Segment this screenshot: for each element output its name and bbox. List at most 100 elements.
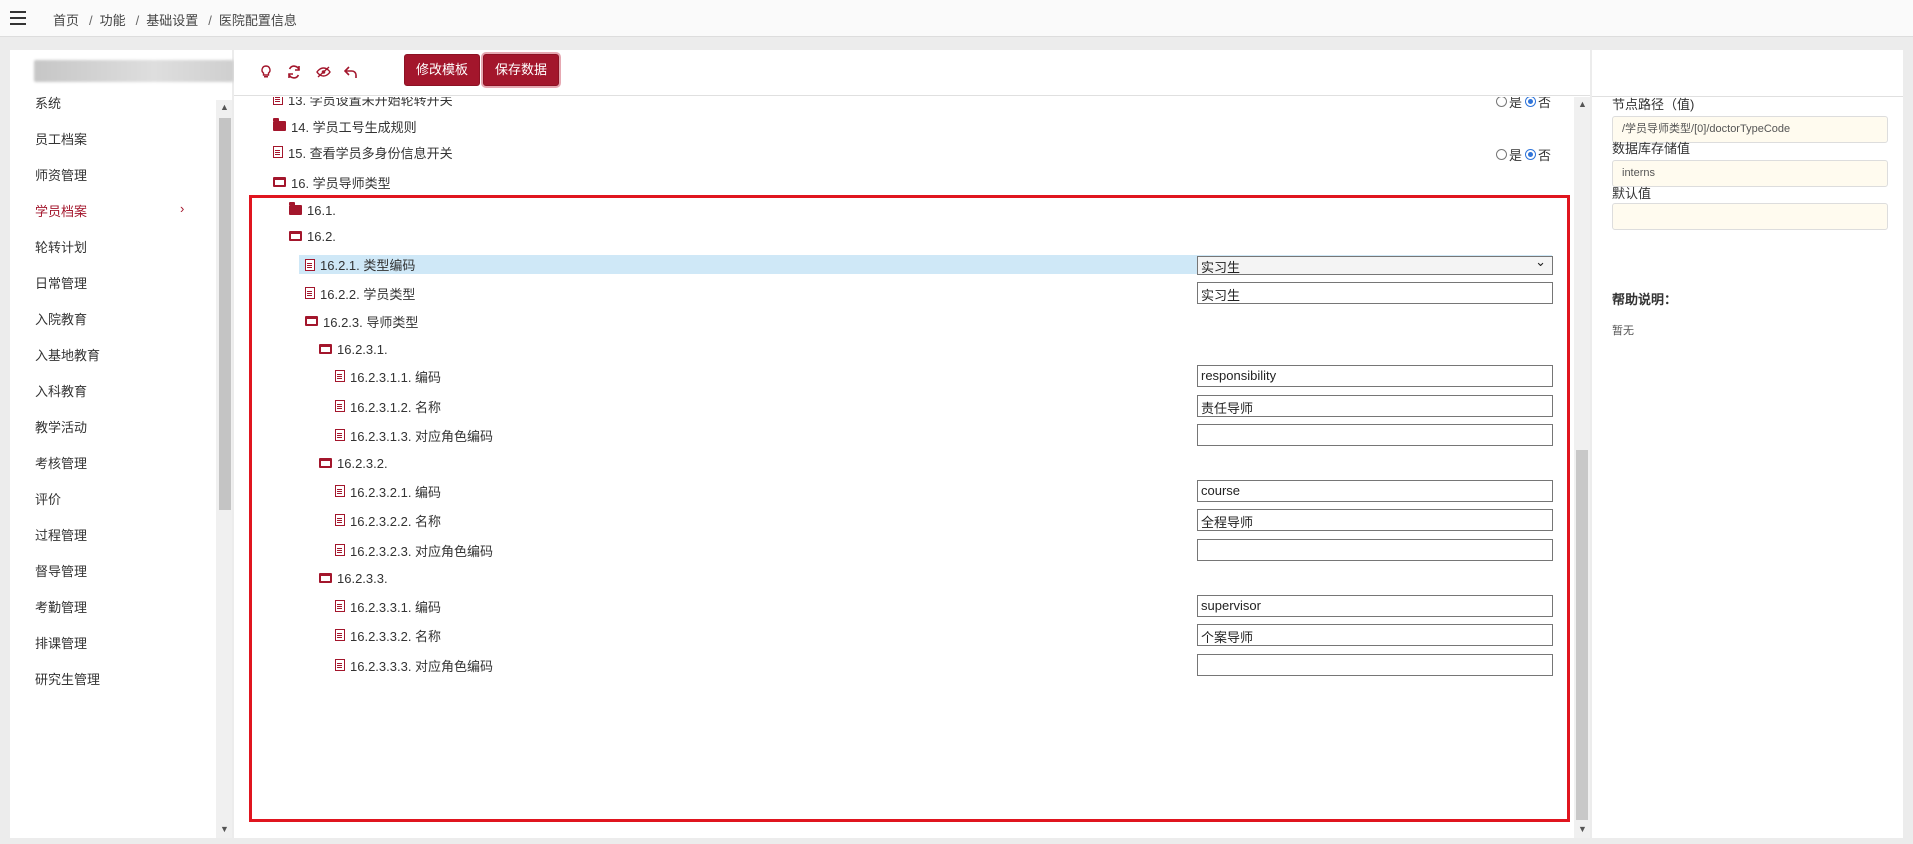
sidebar-item[interactable]: 入科教育 [35,381,87,400]
tree-node[interactable]: 16.2.3.2.1. 编码 [329,479,441,503]
config-value-input[interactable]: 责任导师 [1197,395,1553,417]
lightbulb-icon[interactable] [255,61,277,83]
config-value-input[interactable]: course [1197,480,1553,502]
config-value-input[interactable]: 个案导师 [1197,624,1553,646]
tree-node[interactable]: 16.2.3.3.1. 编码 [329,594,441,618]
tree-node[interactable]: 14. 学员工号生成规则 [267,114,417,138]
type-code-select[interactable]: 实习生 ⌄ [1197,254,1553,275]
config-tree: 13. 学员设置未开始轮转开关是否 14. 学员工号生成规则 15. 查看学员多身份… [234,97,1574,838]
scroll-down-icon[interactable]: ▼ [1578,824,1587,834]
config-value-input[interactable]: 全程导师 [1197,509,1553,531]
tree-node[interactable]: 16.2.3.3.2. 名称 [329,623,441,647]
tree-node[interactable]: 16. 学员导师类型 [267,170,391,194]
save-data-button[interactable]: 保存数据 [483,54,560,86]
sidebar-item[interactable]: 日常管理 [35,273,87,292]
document-icon [335,600,345,612]
tree-node-label: 16.2.3.1.1. 编码 [350,369,442,385]
toolbar: 修改模板 保存数据 [234,50,1590,96]
tree-node[interactable]: 16.2.3.2.2. 名称 [329,508,441,532]
folder-open-icon [289,231,302,241]
tree-node[interactable]: 16.2.3.1.3. 对应角色编码 [329,423,493,447]
config-value-input[interactable] [1197,539,1553,561]
tree-node-label: 14. 学员工号生成规则 [291,119,417,135]
scroll-up-icon[interactable]: ▲ [1578,99,1587,109]
undo-icon[interactable] [340,61,362,83]
radio-no-label: 否 [1538,97,1552,110]
tree-node[interactable]: 16.2.3.2. [313,451,388,475]
sidebar-item[interactable]: 教学活动 [35,417,87,436]
tree-node[interactable]: 16.2.3. 导师类型 [299,309,418,333]
config-value-input[interactable]: supervisor [1197,595,1553,617]
radio-yes-label: 是 [1509,148,1523,163]
radio-no[interactable] [1525,97,1537,107]
sidebar-item[interactable]: 系统 [35,93,61,112]
tree-node[interactable]: 16.2.3.2.3. 对应角色编码 [329,538,493,562]
tree-node-label: 16.2.3.2.2. 名称 [350,513,442,529]
breadcrumb-function[interactable]: 功能 [100,13,126,28]
sidebar-item[interactable]: 督导管理 [35,561,87,580]
document-icon [335,370,345,382]
sidebar-scroll-thumb[interactable] [219,118,231,510]
default-value-field[interactable] [1612,203,1888,230]
eye-off-icon[interactable] [312,61,334,83]
config-value-input[interactable] [1197,424,1553,446]
scroll-down-icon[interactable]: ▼ [220,824,229,834]
radio-yes[interactable] [1496,149,1507,160]
select-value: 实习生 [1201,260,1241,275]
main-scroll-thumb[interactable] [1576,450,1588,820]
tree-node-label: 16.2.3.2. [337,455,388,471]
document-icon [335,514,345,526]
breadcrumb-basic-settings[interactable]: 基础设置 [146,13,198,28]
sidebar-item[interactable]: 入基地教育 [35,345,100,364]
tree-node[interactable]: 16.2. [283,224,336,248]
tree-node[interactable]: 16.2.3.1.2. 名称 [329,394,441,418]
sidebar-item[interactable]: 考核管理 [35,453,87,472]
tree-node-label: 16.2. [307,228,336,244]
tree-node[interactable]: 16.2.3.3. [313,566,388,590]
sidebar-item[interactable]: 学员档案 [35,201,87,220]
radio-no[interactable] [1525,149,1537,160]
sidebar-header-blurred [34,60,234,82]
tree-node[interactable]: 16.2.3.3.3. 对应角色编码 [329,653,493,677]
sidebar-item[interactable]: 研究生管理 [35,669,100,688]
config-value-input[interactable]: 实习生 [1197,282,1553,304]
refresh-icon[interactable] [283,61,305,83]
breadcrumb-home[interactable]: 首页 [53,13,79,28]
sidebar-item[interactable]: 考勤管理 [35,597,87,616]
radio-yes-label: 是 [1509,97,1523,110]
sidebar-scrollbar[interactable]: ▲ ▼ [216,100,232,838]
sidebar-item[interactable]: 排课管理 [35,633,87,652]
db-value-field[interactable]: interns [1612,160,1888,187]
edit-template-button[interactable]: 修改模板 [404,54,481,86]
sidebar: 系统员工档案师资管理学员档案 › 轮转计划日常管理入院教育入基地教育入科教育教学活动… [10,50,234,838]
sidebar-item[interactable]: 评价 [35,489,61,508]
tree-node[interactable]: 16.1. [283,198,336,222]
default-value-label: 默认值 [1612,186,1652,201]
tree-node-label: 16.2.3.2.3. 对应角色编码 [350,543,494,559]
hamburger-menu-icon[interactable] [10,11,26,25]
sidebar-item[interactable]: 员工档案 [35,129,87,148]
radio-yes[interactable] [1496,97,1507,107]
tree-node[interactable]: 16.2.3.1. [313,337,388,361]
main-scrollbar[interactable]: ▲ ▼ [1574,97,1590,838]
sidebar-item[interactable]: 入院教育 [35,309,87,328]
chevron-right-icon: › [180,201,185,216]
scroll-up-icon[interactable]: ▲ [220,102,229,112]
folder-open-icon [273,177,286,187]
config-value-input[interactable] [1197,654,1553,676]
tree-node[interactable]: 13. 学员设置未开始轮转开关 [267,97,453,111]
tree-node[interactable]: 16.2.2. 学员类型 [299,281,415,305]
detail-panel-header [1592,50,1903,97]
sidebar-item[interactable]: 过程管理 [35,525,87,544]
config-value-input[interactable]: responsibility [1197,365,1553,387]
tree-node[interactable]: 16.2.3.1.1. 编码 [329,364,441,388]
sidebar-item[interactable]: 师资管理 [35,165,87,184]
tree-node-label: 16.2.2. 学员类型 [320,286,416,302]
sidebar-item[interactable]: 轮转计划 [35,237,87,256]
tree-node-label: 16. 学员导师类型 [291,175,391,191]
breadcrumb-separator: / [135,13,140,28]
document-icon [335,429,345,441]
yes-no-radio-group: 是否 [1496,145,1551,164]
tree-node[interactable]: 15. 查看学员多身份信息开关 [267,140,453,164]
folder-open-icon [319,573,332,583]
